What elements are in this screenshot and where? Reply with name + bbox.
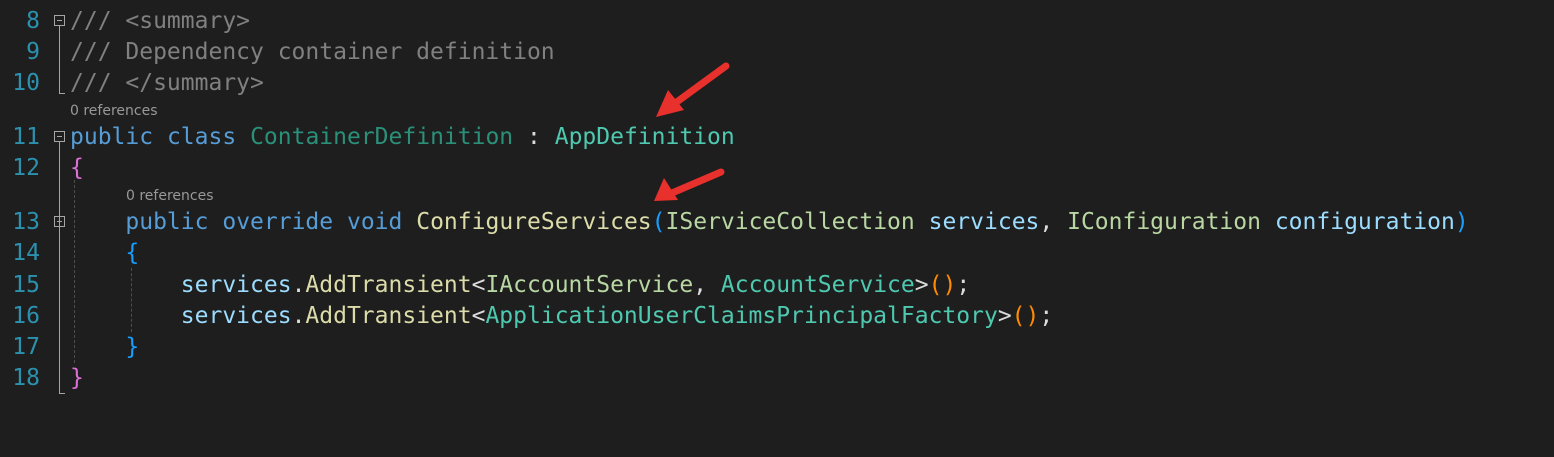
code-token: , bbox=[693, 272, 721, 298]
code-token: { bbox=[125, 240, 140, 266]
code-token: configuration bbox=[1274, 209, 1455, 235]
fold-region-end bbox=[59, 93, 65, 94]
fold-region-line bbox=[59, 142, 60, 393]
code-token: , bbox=[1039, 209, 1068, 235]
arrow-shaft bbox=[670, 62, 730, 108]
code-token: AccountService bbox=[720, 272, 915, 298]
code-editor[interactable]: 8 9 10 11 12 13 14 15 16 17 18 0 referen… bbox=[0, 0, 1554, 457]
code-line[interactable]: /// </summary> bbox=[70, 68, 264, 99]
code-token: AppDefinition bbox=[554, 124, 735, 150]
code-token: ContainerDefinition bbox=[250, 124, 514, 150]
arrow-to-appdefinition bbox=[656, 62, 730, 117]
code-token: { bbox=[70, 155, 84, 181]
codelens-class-references[interactable]: 0 references bbox=[70, 102, 158, 120]
code-token: IServiceCollection bbox=[665, 209, 915, 235]
code-line[interactable]: } bbox=[70, 332, 139, 363]
code-token: ( bbox=[651, 209, 666, 235]
code-token: void bbox=[346, 209, 403, 235]
code-token: public bbox=[125, 209, 209, 235]
code-token: ConfigureServices bbox=[416, 209, 652, 235]
code-token: () bbox=[928, 272, 957, 298]
code-line[interactable]: { bbox=[70, 153, 84, 184]
line-number: 18 bbox=[12, 365, 40, 391]
line-number: 11 bbox=[12, 124, 40, 150]
arrow-head bbox=[656, 90, 684, 117]
code-line[interactable]: /// <summary> bbox=[70, 6, 250, 37]
line-number: 10 bbox=[12, 70, 40, 96]
code-token: () bbox=[1011, 303, 1040, 329]
arrow-to-configureservices bbox=[654, 168, 725, 201]
code-line[interactable]: public class ContainerDefinition : AppDe… bbox=[70, 122, 735, 153]
code-line[interactable]: /// Dependency container definition bbox=[70, 37, 555, 68]
line-number: 16 bbox=[12, 303, 40, 329]
line-number: 8 bbox=[26, 8, 40, 34]
code-token: AddTransient bbox=[305, 272, 472, 298]
line-number: 14 bbox=[12, 240, 40, 266]
code-line[interactable]: public override void ConfigureServices(I… bbox=[70, 207, 1469, 238]
code-token: IAccountService bbox=[485, 272, 694, 298]
code-token: services bbox=[180, 303, 292, 329]
code-token: <summary> bbox=[125, 8, 251, 34]
code-token: ) bbox=[1454, 209, 1469, 235]
collapse-class-toggle-icon[interactable] bbox=[54, 131, 65, 142]
codelens-method-references[interactable]: 0 references bbox=[126, 187, 214, 205]
code-line[interactable]: { bbox=[70, 238, 139, 269]
code-token: ; bbox=[1039, 303, 1054, 329]
collapse-method-toggle-icon[interactable] bbox=[54, 216, 65, 227]
code-token: /// bbox=[70, 70, 126, 96]
line-number: 13 bbox=[12, 209, 40, 235]
code-token: IConfiguration bbox=[1067, 209, 1261, 235]
code-token: < bbox=[471, 272, 486, 298]
arrow-head bbox=[654, 178, 678, 201]
arrow-shaft bbox=[668, 168, 725, 197]
fold-region-end bbox=[59, 393, 65, 394]
code-token: services bbox=[180, 272, 292, 298]
code-token: : bbox=[513, 124, 555, 150]
line-number: 9 bbox=[26, 39, 40, 65]
code-token: } bbox=[70, 365, 84, 391]
line-number: 15 bbox=[12, 272, 40, 298]
code-token: > bbox=[914, 272, 929, 298]
code-line[interactable]: services.AddTransient<IAccountService, A… bbox=[70, 270, 970, 301]
code-token: < bbox=[471, 303, 486, 329]
code-line[interactable]: } bbox=[70, 363, 84, 394]
fold-region-line bbox=[59, 26, 60, 93]
code-token: . bbox=[291, 272, 306, 298]
code-token: class bbox=[166, 124, 237, 150]
line-number: 17 bbox=[12, 334, 40, 360]
code-token: /// Dependency container definition bbox=[70, 39, 555, 65]
code-token: </summary> bbox=[125, 70, 264, 96]
code-token: ; bbox=[956, 272, 971, 298]
collapse-summary-toggle-icon[interactable] bbox=[54, 15, 65, 26]
code-token: /// bbox=[70, 8, 126, 34]
line-number: 12 bbox=[12, 155, 40, 181]
code-token: ApplicationUserClaimsPrincipalFactory bbox=[485, 303, 998, 329]
code-token: } bbox=[125, 334, 140, 360]
code-line[interactable]: services.AddTransient<ApplicationUserCla… bbox=[70, 301, 1053, 332]
code-token: services bbox=[928, 209, 1040, 235]
code-token: AddTransient bbox=[305, 303, 472, 329]
code-token: override bbox=[222, 209, 334, 235]
code-token: > bbox=[997, 303, 1012, 329]
code-token: public bbox=[70, 124, 154, 150]
code-token: . bbox=[291, 303, 306, 329]
